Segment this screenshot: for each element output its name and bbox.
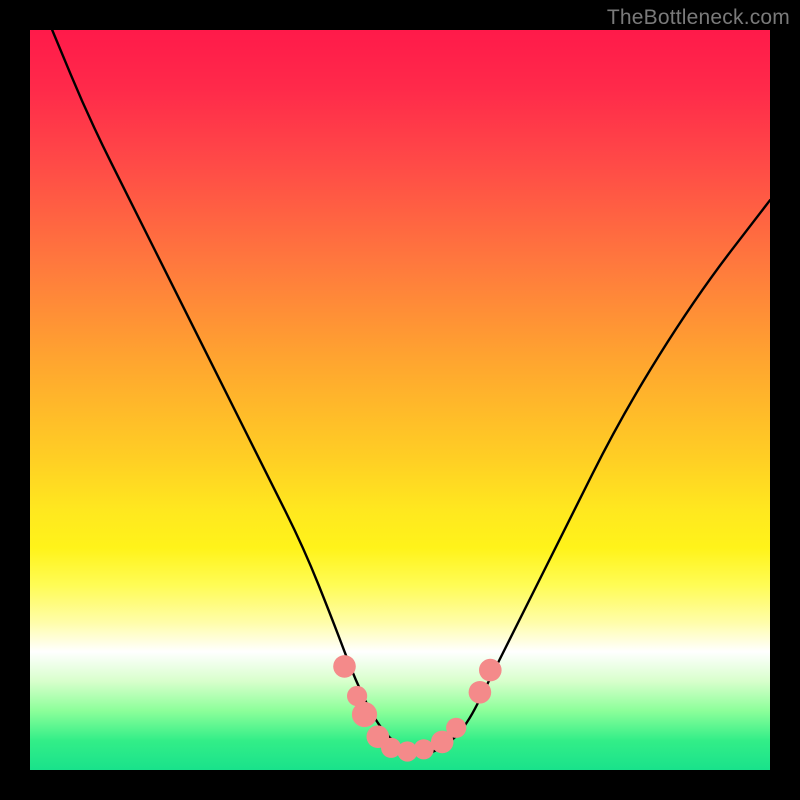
curve-marker [469,681,492,704]
curve-layer [30,30,770,770]
curve-marker [414,739,434,759]
watermark-text: TheBottleneck.com [607,6,790,30]
bottleneck-curve [52,30,770,753]
curve-marker [446,718,466,738]
curve-marker [333,655,356,678]
chart-frame: TheBottleneck.com [0,0,800,800]
curve-marker [479,659,502,682]
curve-marker [352,702,377,727]
plot-area [30,30,770,770]
